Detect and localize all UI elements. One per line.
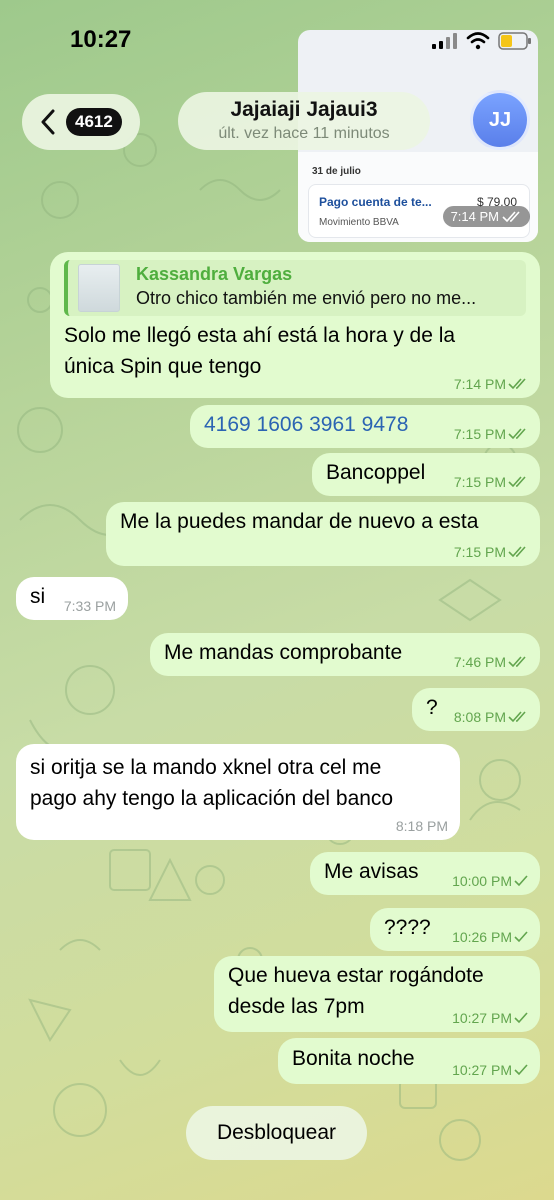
- message-time: 8:08 PM: [453, 709, 506, 725]
- message-text: ????: [384, 916, 431, 939]
- message-bubble-outgoing[interactable]: Me la puedes mandar de nuevo a esta 7:15…: [106, 502, 540, 566]
- last-seen-status: últ. vez hace 11 minutos: [218, 125, 390, 142]
- message-meta: 8:18 PM: [396, 818, 448, 834]
- message-text: Bancoppel: [326, 461, 426, 484]
- message-time: 10:27 PM: [452, 1010, 512, 1026]
- message-time: 8:18 PM: [395, 818, 448, 834]
- double-check-icon: [508, 428, 526, 440]
- message-meta: 10:00 PM: [452, 873, 528, 889]
- single-check-icon: [514, 1012, 528, 1024]
- message-meta: 10:27 PM: [452, 1062, 528, 1078]
- wifi-icon: [466, 32, 490, 50]
- message-text: Me avisas: [324, 860, 419, 883]
- double-check-icon: [508, 711, 526, 723]
- status-icons: [432, 32, 532, 50]
- reply-thumbnail: [78, 264, 120, 312]
- chat-header: 4612 Jajaiaji Jajaui3 últ. vez hace 11 m…: [0, 88, 554, 158]
- message-text: Bonita noche: [292, 1047, 415, 1070]
- reply-preview[interactable]: Kassandra Vargas Otro chico también me e…: [64, 260, 526, 316]
- message-meta: 7:15 PM: [454, 544, 528, 560]
- message-time: 7:15 PM: [453, 544, 506, 560]
- message-time: 7:14 PM: [450, 209, 499, 224]
- reply-author: Kassandra Vargas: [136, 264, 293, 284]
- reply-text: Otro chico también me envió pero no me..…: [136, 288, 477, 308]
- card-number-link[interactable]: 4169 1606 3961 9478: [204, 413, 408, 436]
- single-check-icon: [514, 875, 528, 887]
- single-check-icon: [514, 1064, 528, 1076]
- message-meta: 8:08 PM: [454, 709, 528, 725]
- message-text: si: [30, 585, 46, 608]
- double-check-icon: [508, 476, 526, 488]
- message-meta: 10:26 PM: [452, 929, 528, 945]
- message-bubble-outgoing[interactable]: Me mandas comprobante 7:46 PM: [150, 633, 540, 676]
- message-time: 7:46 PM: [453, 654, 506, 670]
- unread-count-badge: 4612: [66, 108, 122, 136]
- double-check-icon: [508, 656, 526, 668]
- double-check-icon: [508, 378, 526, 390]
- message-text-line: Solo me llegó esta ahí está la hora y de…: [64, 324, 456, 347]
- message-meta: 7:15 PM: [454, 474, 528, 490]
- message-bubble-outgoing[interactable]: ???? 10:26 PM: [370, 908, 540, 951]
- message-time: 7:14 PM: [453, 376, 506, 392]
- message-time: 10:26 PM: [452, 929, 512, 945]
- message-meta: 10:27 PM: [452, 1010, 528, 1026]
- back-button[interactable]: 4612: [22, 94, 140, 150]
- message-time: 7:15 PM: [453, 474, 506, 490]
- message-text-line: Que hueva estar rogándote: [228, 964, 484, 987]
- back-chevron-icon: [41, 109, 55, 135]
- message-time: 10:00 PM: [452, 873, 512, 889]
- message-meta: 7:46 PM: [454, 654, 528, 670]
- message-bubble-incoming[interactable]: si oritja se la mando xknel otra cel me …: [16, 744, 460, 840]
- message-time: 7:15 PM: [453, 426, 506, 442]
- contact-info-button[interactable]: Jajaiaji Jajaui3 últ. vez hace 11 minuto…: [178, 92, 430, 150]
- message-meta: 7:15 PM: [454, 426, 528, 442]
- message-text: Me la puedes mandar de nuevo a esta: [120, 510, 479, 533]
- message-bubble-outgoing[interactable]: 4169 1606 3961 9478 7:15 PM: [190, 405, 540, 448]
- unblock-button[interactable]: Desbloquear: [186, 1106, 367, 1160]
- double-check-icon: [508, 546, 526, 558]
- double-check-icon: [502, 210, 520, 222]
- message-text-line: pago ahy tengo la aplicación del banco: [30, 787, 394, 810]
- avatar[interactable]: JJ: [470, 90, 530, 150]
- message-text: Me mandas comprobante: [164, 641, 403, 664]
- message-meta: 7:14 PM: [454, 376, 528, 392]
- message-bubble-incoming[interactable]: si 7:33 PM: [16, 577, 128, 620]
- receipt-timestamp: 7:14 PM: [442, 206, 530, 227]
- message-bubble-outgoing[interactable]: ? 8:08 PM: [412, 688, 540, 731]
- receipt-subtitle: Movimiento BBVA: [319, 217, 399, 228]
- message-bubble-outgoing[interactable]: Me avisas 10:00 PM: [310, 852, 540, 895]
- battery-icon: [498, 32, 531, 50]
- message-bubble-outgoing[interactable]: Bonita noche 10:27 PM: [278, 1038, 540, 1084]
- receipt-title: Pago cuenta de te...: [319, 195, 432, 209]
- message-bubble-outgoing[interactable]: Que hueva estar rogándote desde las 7pm …: [214, 956, 540, 1032]
- cellular-signal-icon: [432, 33, 457, 49]
- message-meta: 7:33 PM: [64, 598, 116, 614]
- receipt-date: 31 de julio: [312, 166, 361, 177]
- status-bar: 10:27: [0, 0, 554, 80]
- message-time: 7:33 PM: [63, 598, 116, 614]
- message-time: 10:27 PM: [452, 1062, 512, 1078]
- message-bubble-outgoing[interactable]: Bancoppel 7:15 PM: [312, 453, 540, 496]
- message-bubble-outgoing[interactable]: Kassandra Vargas Otro chico también me e…: [50, 252, 540, 398]
- single-check-icon: [514, 931, 528, 943]
- contact-name: Jajaiaji Jajaui3: [230, 98, 378, 121]
- status-time: 10:27: [70, 26, 132, 53]
- message-text: ?: [426, 696, 438, 719]
- message-text-line: si oritja se la mando xknel otra cel me: [30, 756, 382, 779]
